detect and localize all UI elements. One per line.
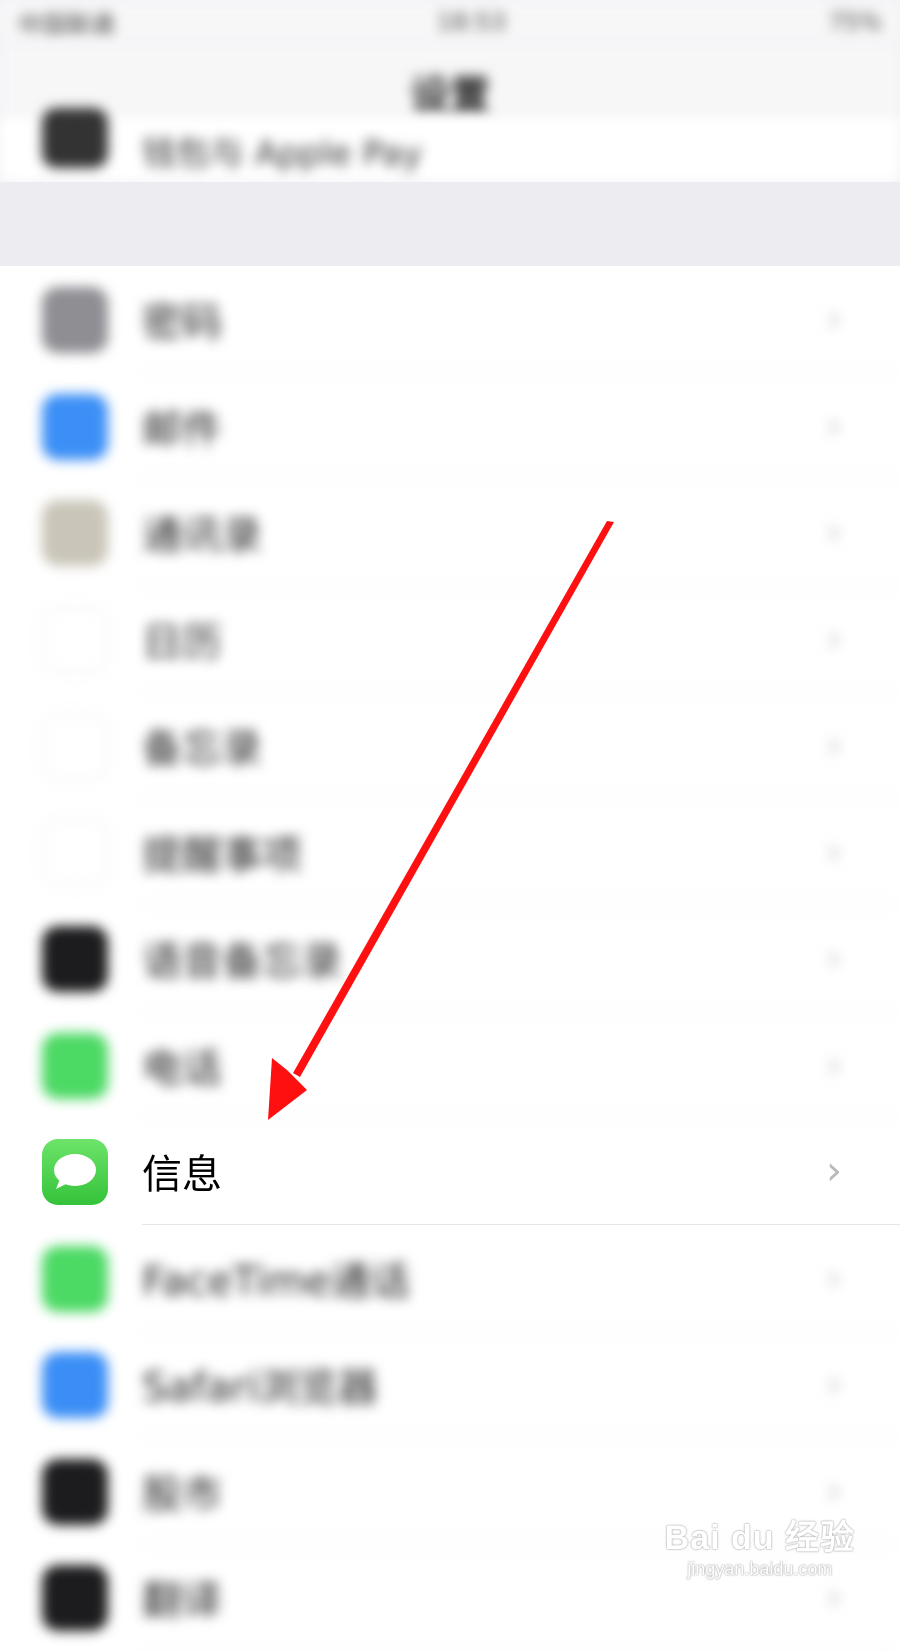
mail-icon	[42, 393, 108, 460]
chevron-right-icon: ›	[826, 296, 842, 343]
chevron-right-icon: ›	[826, 935, 842, 982]
chevron-right-icon: ›	[826, 1254, 842, 1301]
settings-row-messages[interactable]: 信息 ›	[0, 1118, 900, 1225]
calendar-icon	[42, 606, 108, 673]
settings-row-label: 电话	[142, 1045, 222, 1092]
settings-row-label: 备忘录	[142, 726, 262, 773]
chevron-right-icon: ›	[826, 1361, 842, 1408]
settings-row-label: 通讯录	[142, 513, 262, 560]
settings-row-phone[interactable]: 电话 ›	[0, 1012, 900, 1118]
safari-icon	[42, 1352, 108, 1418]
status-bar: 中国联通 18:53 75%	[0, 0, 900, 44]
messages-icon	[42, 1139, 108, 1205]
watermark-brand: Bai du 经验	[664, 1519, 855, 1557]
settings-row-label: 日历	[142, 619, 222, 666]
translate-icon	[42, 1565, 108, 1631]
battery-label: 75%	[828, 8, 882, 36]
chevron-right-icon: ›	[826, 509, 842, 556]
settings-row-reminders[interactable]: 提醒事项 ›	[0, 799, 900, 905]
settings-row-safari[interactable]: Safari浏览器 ›	[0, 1331, 900, 1438]
row-separator	[142, 1649, 900, 1651]
settings-row-label: 信息	[142, 1152, 222, 1199]
clock: 18:53	[436, 8, 506, 36]
watermark-url: jingyan.baidu.com	[687, 1559, 833, 1579]
notes-icon	[42, 713, 108, 779]
chevron-right-icon: ›	[826, 828, 842, 875]
settings-row-calendar[interactable]: 日历 ›	[0, 586, 900, 692]
facetime-icon	[42, 1245, 108, 1312]
settings-list: 密码 › 邮件 › 通讯录 › 日历 › 备忘录 › 提醒事项 › 语音备忘录 › 电话 › 信息 › FaceTi…	[0, 266, 900, 1651]
settings-row-label: Safari浏览器	[142, 1365, 379, 1412]
carrier-label: 中国联通	[18, 10, 114, 39]
chevron-right-icon: ›	[826, 1148, 842, 1195]
chevron-right-icon: ›	[826, 402, 842, 449]
voice-memos-icon	[42, 926, 108, 992]
phone-icon	[42, 1032, 108, 1099]
settings-row-label: 提醒事项	[142, 832, 302, 879]
section-gap	[0, 182, 900, 266]
settings-row-label: 翻译	[142, 1578, 222, 1625]
settings-row-label: 密码	[142, 300, 222, 347]
settings-row-notes[interactable]: 备忘录 ›	[0, 692, 900, 799]
settings-row-label: 钱包与 Apple Pay	[142, 133, 423, 174]
settings-row-label: 语音备忘录	[142, 939, 342, 986]
settings-row-label: 邮件	[142, 406, 222, 453]
stocks-icon	[42, 1458, 108, 1525]
contacts-icon	[42, 500, 108, 566]
wallet-icon	[42, 108, 108, 168]
settings-row-wallet[interactable]: 钱包与 Apple Pay	[0, 108, 900, 182]
reminders-icon	[42, 819, 108, 886]
key-icon	[42, 287, 108, 353]
chevron-right-icon: ›	[826, 722, 842, 769]
baidu-watermark: Bai du 经验 jingyan.baidu.com	[665, 1510, 855, 1580]
settings-row-mail[interactable]: 邮件 ›	[0, 373, 900, 479]
settings-row-contacts[interactable]: 通讯录 ›	[0, 479, 900, 586]
chevron-right-icon: ›	[826, 615, 842, 662]
settings-row-voice-memos[interactable]: 语音备忘录 ›	[0, 905, 900, 1012]
settings-row-key[interactable]: 密码 ›	[0, 266, 900, 373]
settings-row-label: FaceTime通话	[142, 1258, 411, 1305]
settings-row-label: 股市	[142, 1471, 222, 1518]
settings-row-facetime[interactable]: FaceTime通话 ›	[0, 1225, 900, 1331]
page-title: 设置	[410, 73, 490, 119]
chevron-right-icon: ›	[826, 1041, 842, 1088]
